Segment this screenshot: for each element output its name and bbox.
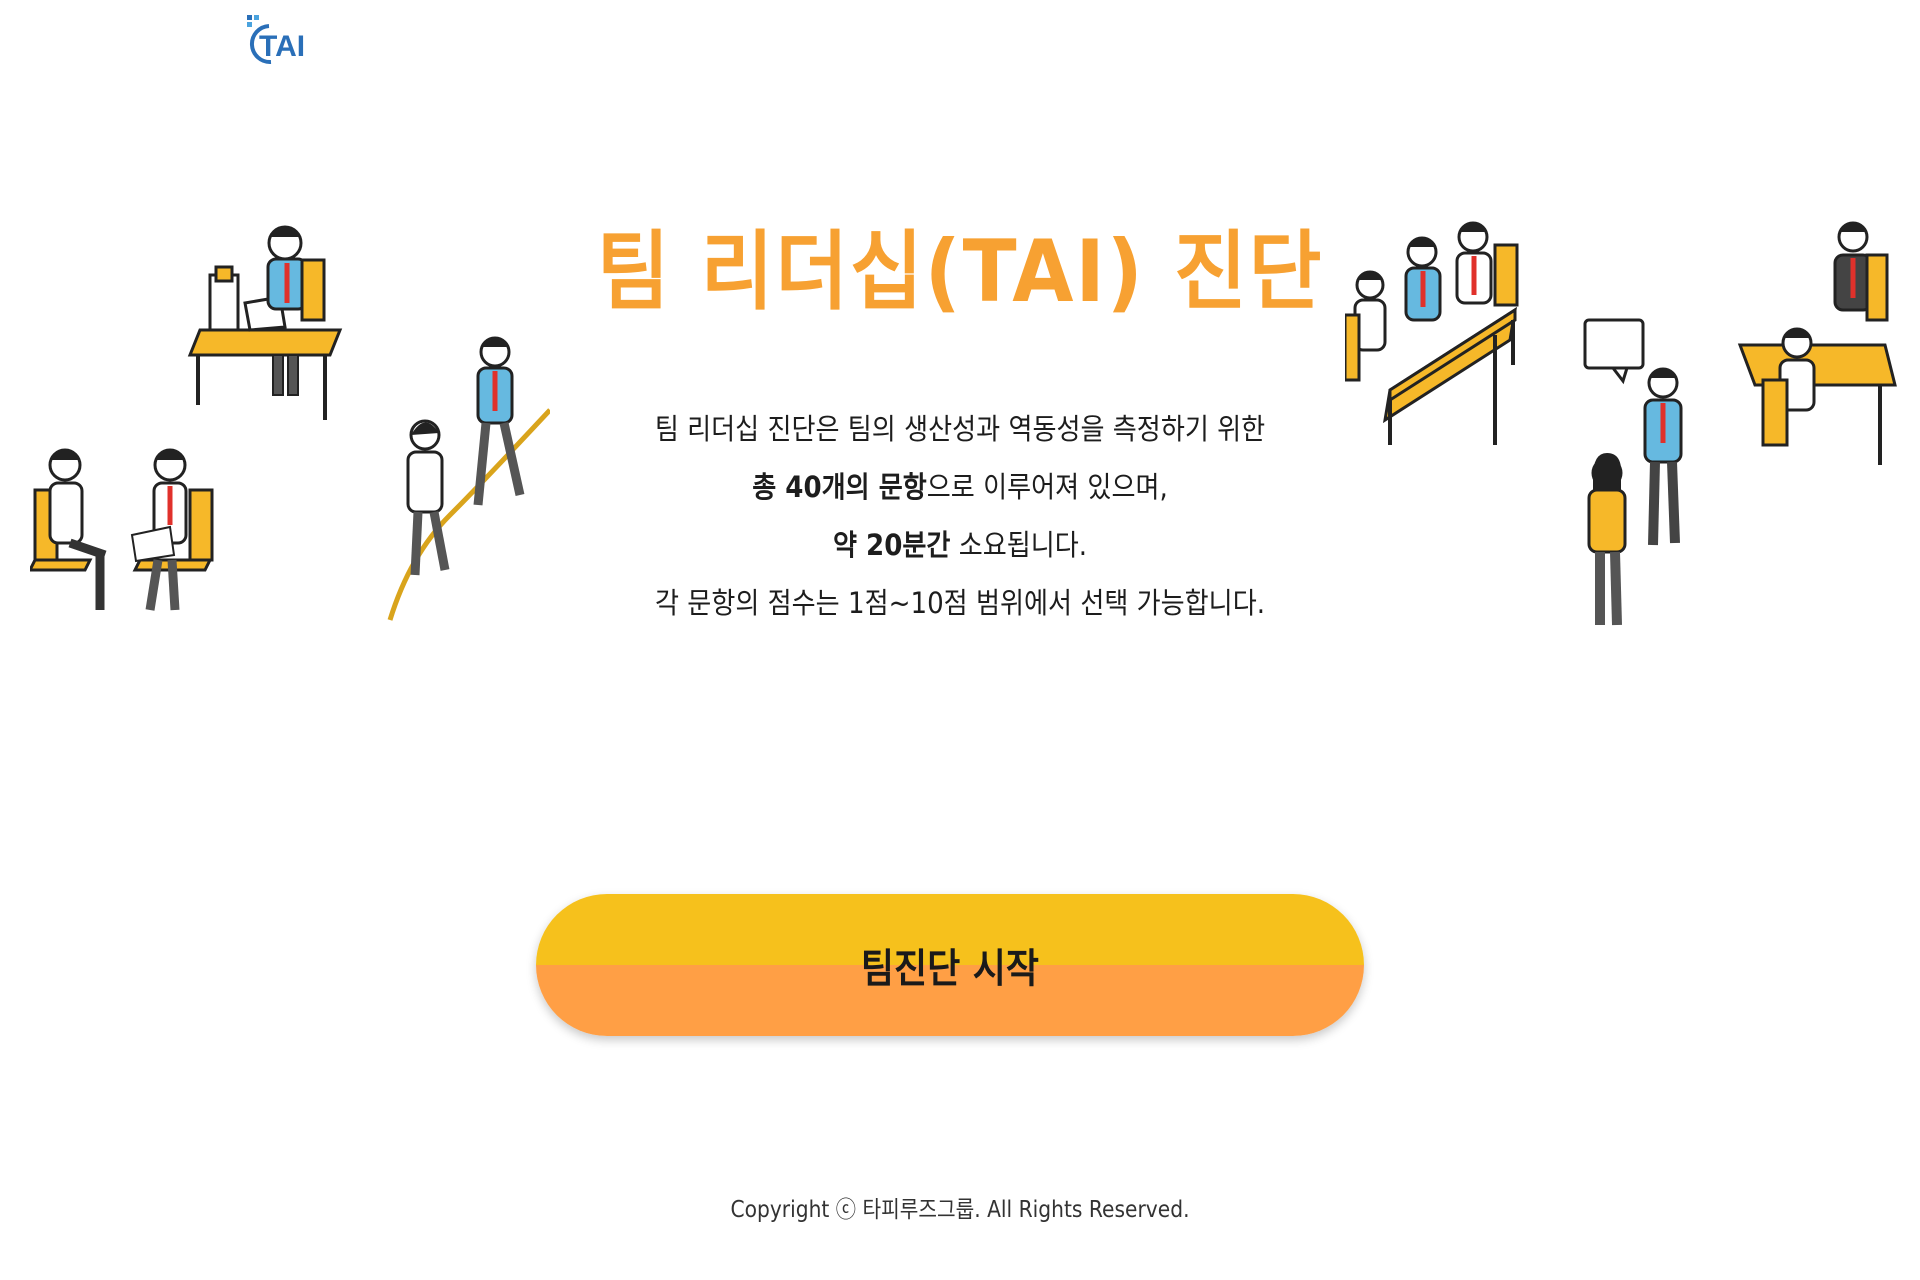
description-line-2: 총 40개의 문항으로 이루어져 있으며, (752, 470, 1168, 504)
duration-highlight: 약 20분간 (832, 528, 951, 562)
description-line-4: 각 문항의 점수는 1점~10점 범위에서 선택 가능합니다. (654, 586, 1266, 620)
tai-logo-icon: TAI (247, 15, 305, 65)
meeting-table-figures (1343, 221, 1519, 445)
description: 팀 리더십 진단은 팀의 생산성과 역동성을 측정하기 위한 총 40개의 문항… (600, 400, 1320, 632)
speech-bubble-icon (1583, 318, 1645, 370)
rope-pull-figures (387, 336, 552, 621)
office-illustration-left (27, 215, 552, 625)
interview-desk-figures (1737, 221, 1897, 465)
start-diagnosis-button[interactable]: 팀진단 시작 (536, 894, 1364, 1036)
copyright-footer: Copyright ⓒ 타피루즈그룹. All Rights Reserved. (730, 1197, 1190, 1223)
description-line-3: 약 20분간 소요됩니다. (832, 528, 1088, 562)
meeting-illustration-right (1343, 215, 1905, 635)
tai-logo[interactable]: TAI (245, 12, 325, 68)
speech-figures (1583, 318, 1683, 626)
start-diagnosis-label: 팀진단 시작 (860, 946, 1040, 992)
description-line-1: 팀 리더십 진단은 팀의 생산성과 역동성을 측정하기 위한 (654, 412, 1266, 446)
svg-text:TAI: TAI (259, 30, 305, 63)
item-count-highlight: 총 40개의 문항 (752, 470, 927, 504)
seated-pair-figures (27, 448, 214, 611)
desk-worker-figure (187, 225, 343, 420)
